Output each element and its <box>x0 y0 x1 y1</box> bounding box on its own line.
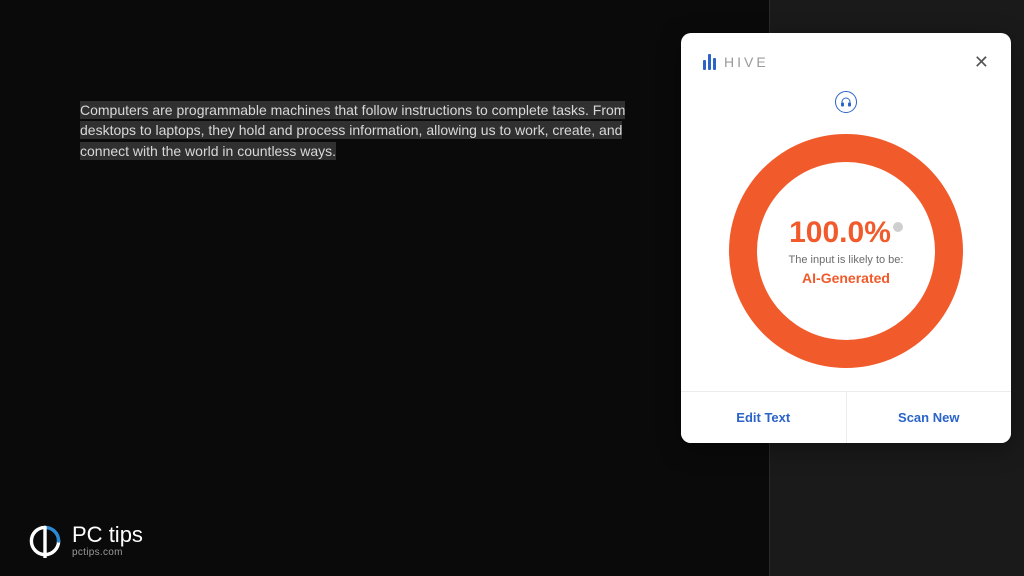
close-icon: ✕ <box>974 52 989 72</box>
analyzed-text[interactable]: Computers are programmable machines that… <box>80 100 660 161</box>
close-button[interactable]: ✕ <box>970 49 993 75</box>
hive-brand-name: HIVE <box>724 54 769 70</box>
verdict-label: AI-Generated <box>802 270 890 286</box>
hive-actions: Edit Text Scan New <box>681 391 1011 443</box>
hive-result-panel: HIVE ✕ 100.0% The input is likely to be:… <box>681 33 1011 443</box>
editor-area: Computers are programmable machines that… <box>0 0 770 576</box>
watermark: PC tips pctips.com <box>28 524 143 558</box>
hive-header: HIVE ✕ <box>681 33 1011 85</box>
highlighted-text: Computers are programmable machines that… <box>80 101 625 160</box>
info-icon[interactable] <box>893 222 903 232</box>
result-body: 100.0% The input is likely to be: AI-Gen… <box>681 85 1011 391</box>
confidence-percent: 100.0% <box>789 216 891 250</box>
support-icon[interactable] <box>835 91 857 113</box>
hive-logo-icon <box>703 54 716 70</box>
scan-new-button[interactable]: Scan New <box>847 392 1012 443</box>
likely-label: The input is likely to be: <box>789 254 904 266</box>
confidence-ring: 100.0% The input is likely to be: AI-Gen… <box>729 134 963 368</box>
watermark-title-a: PC <box>72 522 103 547</box>
watermark-title: PC tips <box>72 524 143 546</box>
watermark-url: pctips.com <box>72 548 143 558</box>
watermark-title-b: tips <box>109 522 143 547</box>
result-summary: 100.0% The input is likely to be: AI-Gen… <box>757 162 935 340</box>
pctips-logo-icon <box>28 524 62 558</box>
edit-text-button[interactable]: Edit Text <box>681 392 847 443</box>
hive-brand: HIVE <box>703 54 769 70</box>
